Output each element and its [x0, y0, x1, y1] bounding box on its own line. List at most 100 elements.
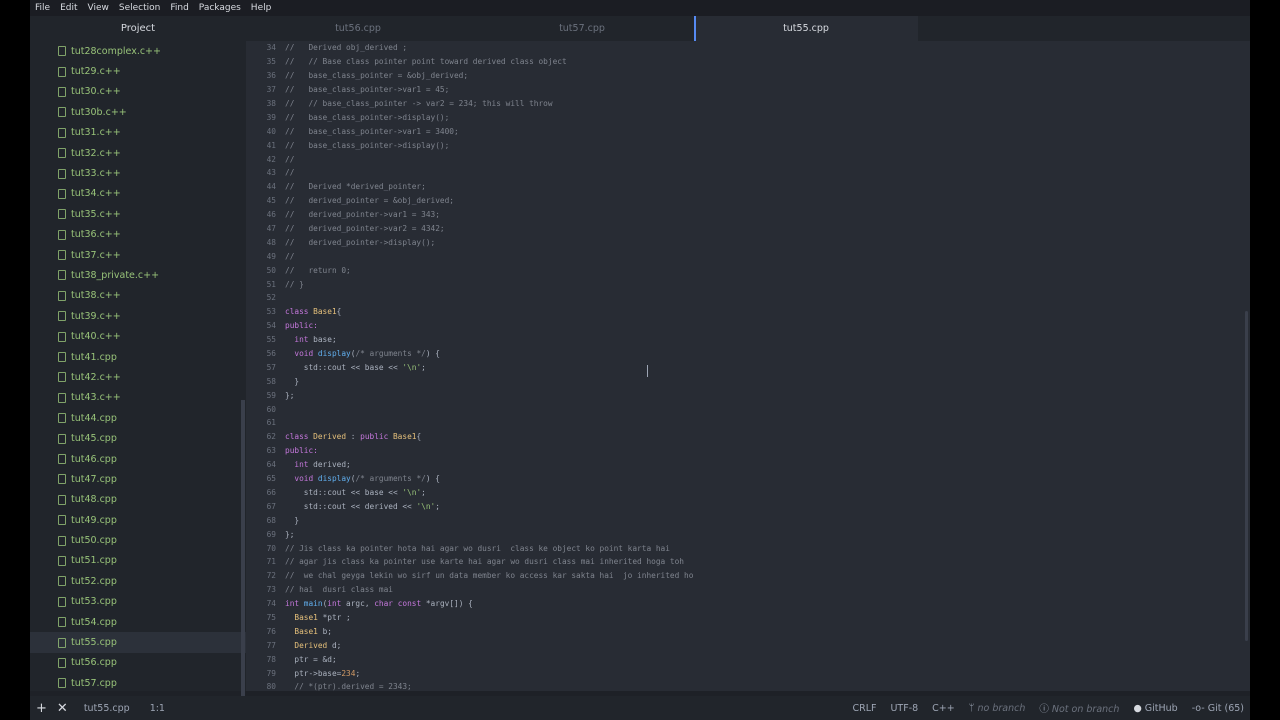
tree-file-item[interactable]: tut47.cpp: [30, 469, 246, 489]
tree-file-item[interactable]: tut29.c++: [30, 61, 246, 81]
project-panel-title[interactable]: Project: [30, 16, 246, 41]
tree-file-item[interactable]: tut30.c++: [30, 82, 246, 102]
code-token: ;: [421, 362, 426, 372]
code-text: class Derived : public Base1{: [285, 432, 421, 441]
code-text: int main(int argc, char const *argv[]) {: [285, 599, 473, 608]
tab-tut55-cpp[interactable]: tut55.cpp: [694, 16, 918, 41]
tree-file-item[interactable]: tut34.c++: [30, 184, 246, 204]
branch-status[interactable]: ᛘ no branch: [969, 703, 1026, 714]
code-text: // return 0;: [285, 266, 351, 275]
code-line: 36 // base_class_pointer = &obj_derived;: [246, 69, 1250, 83]
tree-scrollbar[interactable]: [241, 400, 245, 706]
editor-scrollbar[interactable]: [1245, 311, 1248, 641]
tree-file-item[interactable]: tut35.c++: [30, 204, 246, 224]
tree-file-item[interactable]: tut51.cpp: [30, 551, 246, 571]
menu-help[interactable]: Help: [246, 3, 277, 13]
tree-file-name: tut31.c++: [71, 127, 121, 139]
code-text: void display(/* arguments */) {: [285, 474, 440, 483]
code-line: 70 // Jis class ka pointer hota hai agar …: [246, 541, 1250, 555]
add-icon[interactable]: +: [36, 701, 47, 716]
tab-tut56-cpp[interactable]: tut56.cpp: [246, 16, 470, 41]
code-editor[interactable]: 34 // Derived obj_derived ; 35 // // Base c…: [246, 41, 1250, 691]
code-line: 44 // Derived *derived_pointer;: [246, 180, 1250, 194]
tree-file-item[interactable]: tut36.c++: [30, 225, 246, 245]
tree-file-item[interactable]: tut45.cpp: [30, 428, 246, 448]
code-token: char const: [374, 599, 426, 609]
tree-file-item[interactable]: tut43.c++: [30, 388, 246, 408]
code-token: // derived_pointer->var2 = 4342;: [285, 224, 445, 234]
code-line: 68 }: [246, 513, 1250, 527]
code-token: ptr = &d;: [285, 654, 337, 664]
menu-file[interactable]: File: [30, 3, 55, 13]
tree-file-item[interactable]: tut41.cpp: [30, 347, 246, 367]
line-number: 64: [266, 460, 276, 470]
code-token: public:: [285, 446, 318, 456]
grammar-selector[interactable]: C++: [932, 703, 955, 714]
line-ending-selector[interactable]: CRLF: [852, 703, 876, 714]
tree-file-item[interactable]: tut42.c++: [30, 367, 246, 387]
status-file-name[interactable]: tut55.cpp: [84, 703, 130, 714]
tree-file-item[interactable]: tut57.cpp: [30, 673, 246, 693]
tree-file-name: tut55.cpp: [71, 637, 117, 649]
status-cursor-position[interactable]: 1:1: [150, 703, 165, 714]
code-line: 72 // we chal geyga lekin wo sirf un data…: [246, 569, 1250, 583]
tree-file-item[interactable]: tut49.cpp: [30, 510, 246, 530]
tree-file-item[interactable]: tut55.cpp: [30, 632, 246, 653]
tree-file-item[interactable]: tut50.cpp: [30, 530, 246, 550]
menu-view[interactable]: View: [83, 3, 114, 13]
tree-file-item[interactable]: tut54.cpp: [30, 612, 246, 632]
code-line: 50 // return 0;: [246, 263, 1250, 277]
tree-file-name: tut30b.c++: [71, 106, 127, 118]
code-token: Base1: [313, 307, 337, 317]
tree-file-item[interactable]: tut30b.c++: [30, 102, 246, 122]
tree-file-item[interactable]: tut39.c++: [30, 306, 246, 326]
tree-file-item[interactable]: tut32.c++: [30, 143, 246, 163]
code-token: class: [285, 307, 314, 317]
file-icon: [58, 372, 66, 383]
tree-file-item[interactable]: tut38.c++: [30, 286, 246, 306]
tree-file-item[interactable]: tut28complex.c++: [30, 41, 246, 61]
code-token: {: [416, 432, 422, 442]
git-button[interactable]: -o- Git (65): [1192, 703, 1244, 714]
tree-file-item[interactable]: tut40.c++: [30, 326, 246, 346]
tree-file-item[interactable]: tut33.c++: [30, 163, 246, 183]
line-number: 61: [266, 418, 276, 428]
code-text: // base_class_pointer->display();: [285, 113, 449, 122]
line-number: 69: [266, 529, 276, 539]
tab-tut57-cpp[interactable]: tut57.cpp: [470, 16, 694, 41]
file-icon: [58, 474, 66, 485]
menu-edit[interactable]: Edit: [55, 3, 82, 13]
code-line: 78 ptr = &d;: [246, 652, 1250, 666]
code-line: 46 // derived_pointer->var1 = 343;: [246, 208, 1250, 222]
tree-file-item[interactable]: tut37.c++: [30, 245, 246, 265]
file-icon: [58, 250, 66, 261]
tree-file-name: tut48.cpp: [71, 494, 117, 506]
line-number: 68: [266, 515, 276, 525]
code-line: 71 // agar jis class ka pointer use karte…: [246, 555, 1250, 569]
code-text: // Jis class ka pointer hota hai agar wo…: [285, 544, 670, 553]
tree-file-item[interactable]: tut52.cpp: [30, 571, 246, 591]
code-token: ;: [421, 487, 426, 497]
tree-file-name: tut49.cpp: [71, 514, 117, 526]
menu-selection[interactable]: Selection: [114, 3, 165, 13]
tree-file-item[interactable]: tut56.cpp: [30, 653, 246, 673]
encoding-selector[interactable]: UTF-8: [890, 703, 918, 714]
menu-find[interactable]: Find: [165, 3, 193, 13]
tree-file-item[interactable]: tut44.cpp: [30, 408, 246, 428]
github-button[interactable]: ● GitHub: [1133, 703, 1177, 714]
line-number: 48: [266, 237, 276, 247]
line-number: 53: [266, 307, 276, 317]
tree-file-item[interactable]: tut53.cpp: [30, 592, 246, 612]
info-icon: ⓘ: [1039, 704, 1052, 715]
menu-packages[interactable]: Packages: [194, 3, 246, 13]
code-line: 76 Base1 b;: [246, 624, 1250, 638]
tree-file-item[interactable]: tut31.c++: [30, 123, 246, 143]
line-number: 76: [266, 626, 276, 636]
tree-file-item[interactable]: tut48.cpp: [30, 490, 246, 510]
tree-file-item[interactable]: tut46.cpp: [30, 449, 246, 469]
tree-file-item[interactable]: tut38_private.c++: [30, 265, 246, 285]
line-number: 56: [266, 349, 276, 359]
close-icon[interactable]: ✕: [57, 701, 68, 716]
not-on-branch-status[interactable]: ⓘ Not on branch: [1039, 701, 1119, 715]
